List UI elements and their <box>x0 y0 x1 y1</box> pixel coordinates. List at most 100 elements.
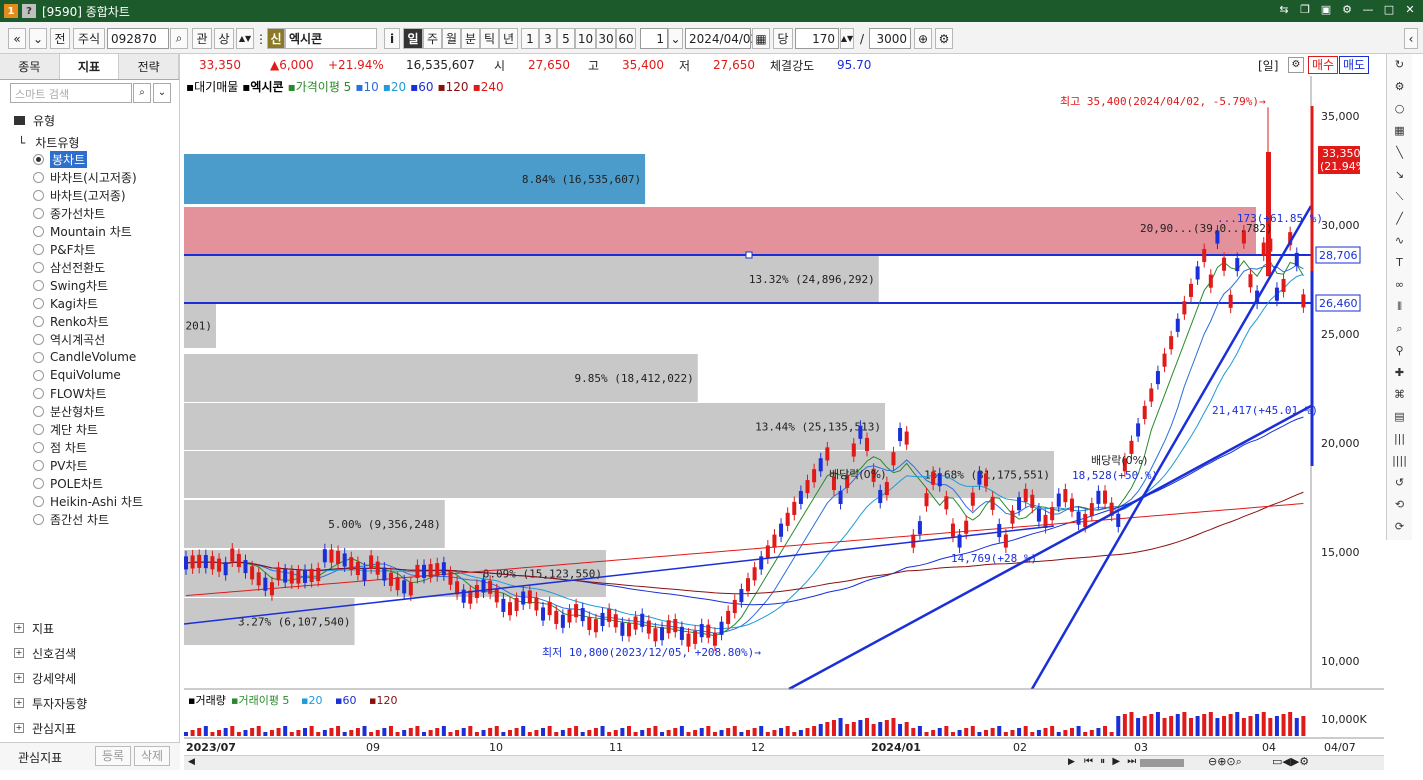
sell-button[interactable]: 매도 <box>1339 56 1369 74</box>
scroll-left-icon[interactable]: ◀ <box>188 757 195 767</box>
period-year[interactable]: 년 <box>499 28 518 49</box>
rotate-icon[interactable]: ⟳ <box>1387 516 1412 538</box>
radio-icon[interactable] <box>33 189 44 201</box>
period-week[interactable]: 주 <box>423 28 442 49</box>
legend-item[interactable]: ▪60 <box>410 80 433 94</box>
trend-line-icon[interactable]: ╲ <box>1387 142 1412 164</box>
radio-icon[interactable] <box>33 171 44 183</box>
legend-item[interactable]: ▪120 <box>438 80 469 94</box>
legend-item[interactable]: ▪대기매물 <box>186 80 238 94</box>
radio-icon[interactable] <box>33 441 44 453</box>
ray-icon[interactable]: ↘ <box>1387 164 1412 186</box>
buy-button[interactable]: 매수 <box>1308 56 1338 74</box>
section-type[interactable]: 유형 <box>14 112 55 129</box>
indicator-group[interactable]: + 투자자동향 <box>14 693 87 713</box>
watch-button[interactable]: 관 <box>192 28 212 49</box>
chart-scrollbar[interactable]: ◀ ▶ ⏮ ⏸ ▶ ⏭ ⊖⊕⊙⌕ ▭◀▶⚙ <box>184 755 1384 770</box>
maximize-icon[interactable]: □ <box>1382 3 1396 17</box>
undo-icon[interactable]: ↺ <box>1387 472 1412 494</box>
window-number-icon[interactable]: 1 <box>4 4 18 18</box>
search-icon[interactable]: ⌕ <box>170 28 188 49</box>
chart-type-option[interactable]: Kagi차트 <box>33 294 98 312</box>
period-month[interactable]: 월 <box>442 28 461 49</box>
chart-type-option[interactable]: Swing차트 <box>33 276 108 294</box>
stamp-icon[interactable]: ⌘ <box>1387 384 1412 406</box>
radio-icon[interactable] <box>33 477 44 489</box>
legend-item[interactable]: ▪240 <box>473 80 504 94</box>
all-button[interactable]: 전 <box>50 28 70 49</box>
chart-type-option[interactable]: 좀간선 차트 <box>33 510 109 528</box>
period-day[interactable]: 일 <box>403 28 423 49</box>
bar-tool-icon[interactable]: ▦ <box>1387 120 1412 142</box>
radio-icon[interactable] <box>33 153 44 165</box>
help-icon[interactable]: ? <box>22 4 36 18</box>
upper-button[interactable]: 상 <box>214 28 234 49</box>
smart-search-input[interactable]: 스마트 검색 <box>10 83 132 103</box>
chart-type-option[interactable]: PV차트 <box>33 456 88 474</box>
chart-type-option[interactable]: CandleVolume <box>33 348 136 366</box>
legend-item[interactable]: ▪20 <box>383 80 406 94</box>
radio-icon[interactable] <box>33 279 44 291</box>
zoom-in-icon[interactable]: ⊕ <box>914 28 932 49</box>
date-input[interactable]: 2024/04/02 <box>685 28 758 49</box>
minimize-icon[interactable]: — <box>1361 3 1375 17</box>
chart-type-option[interactable]: FLOW차트 <box>33 384 107 402</box>
view-controls[interactable]: ▭◀▶⚙ <box>1272 755 1309 768</box>
expand-icon[interactable]: + <box>14 698 24 708</box>
register-button[interactable]: 등록 <box>95 746 131 766</box>
close-icon[interactable]: ✕ <box>1403 3 1417 17</box>
prev-button[interactable]: « <box>8 28 26 49</box>
period-tick[interactable]: 틱 <box>480 28 499 49</box>
interval-5[interactable]: 5 <box>557 28 575 49</box>
interval-10[interactable]: 10 <box>575 28 596 49</box>
tab-indicator[interactable]: 지표 <box>59 54 120 79</box>
current-button[interactable]: 당 <box>773 28 793 49</box>
playback-controls[interactable]: ⏮ ⏸ ▶ ⏭ <box>1084 756 1138 767</box>
radio-icon[interactable] <box>33 405 44 417</box>
chart-type-option[interactable]: P&F차트 <box>33 240 96 258</box>
chart-type-option[interactable]: Heikin-Ashi 차트 <box>33 492 143 510</box>
indicator-group[interactable]: + 지표 <box>14 618 54 638</box>
interval-3[interactable]: 3 <box>539 28 557 49</box>
expand-icon[interactable]: + <box>14 723 24 733</box>
zoom-controls[interactable]: ⊖⊕⊙⌕ <box>1208 755 1242 769</box>
stepper-icon[interactable]: ▲▼ <box>840 28 854 49</box>
radio-icon[interactable] <box>33 207 44 219</box>
chart-type-option[interactable]: 역시계곡선 <box>33 330 105 348</box>
collapse-icon[interactable]: ‹ <box>1404 28 1418 49</box>
chevron-down-icon[interactable]: ⌄ <box>668 28 683 49</box>
scroll-thumb[interactable] <box>1140 759 1184 767</box>
chart-type-option[interactable]: 바차트(시고저종) <box>33 168 137 186</box>
search-icon[interactable]: ⌕ <box>133 83 151 103</box>
radio-icon[interactable] <box>33 297 44 309</box>
grid-icon[interactable]: ▤ <box>1387 406 1412 428</box>
interval-1[interactable]: 1 <box>521 28 539 49</box>
info-button[interactable]: i <box>384 28 400 49</box>
market-select[interactable]: 주식 <box>73 28 105 49</box>
gear-icon[interactable]: ⚙ <box>1387 76 1412 98</box>
bars2-icon[interactable]: |||| <box>1387 450 1412 472</box>
tab-stock[interactable]: 종목 <box>0 54 60 79</box>
line-tool-icon[interactable]: ╱ <box>1387 208 1412 230</box>
link-icon[interactable]: ⇆ <box>1277 3 1291 17</box>
chart-type-option[interactable]: 바차트(고저종) <box>33 186 126 204</box>
text-tool-icon[interactable]: T <box>1387 252 1412 274</box>
legend-item[interactable]: ▪엑시콘 <box>242 80 283 94</box>
crosshair-icon[interactable]: ✚ <box>1387 362 1412 384</box>
segment-icon[interactable]: ⟍ <box>1387 186 1412 208</box>
indicator-group[interactable]: + 신호검색 <box>14 643 76 663</box>
tab-strategy[interactable]: 전략 <box>119 54 180 79</box>
settings-icon[interactable]: ⚙ <box>1288 57 1304 73</box>
chart-type-option[interactable]: 점 차트 <box>33 438 87 456</box>
radio-icon[interactable] <box>33 495 44 507</box>
chart-type-option[interactable]: POLE차트 <box>33 474 103 492</box>
settings-icon[interactable]: ⚙ <box>935 28 953 49</box>
radio-icon[interactable] <box>33 261 44 273</box>
radio-icon[interactable] <box>33 369 44 381</box>
period-minute[interactable]: 분 <box>461 28 480 49</box>
zoom-tool-icon[interactable]: ⌕ <box>1387 318 1412 340</box>
subsection-chart-type[interactable]: └ 차트유형 <box>18 134 79 151</box>
chart-type-option[interactable]: 종가선차트 <box>33 204 105 222</box>
legend-item[interactable]: ▪가격이평 5 <box>288 80 352 94</box>
radio-icon[interactable] <box>33 459 44 471</box>
